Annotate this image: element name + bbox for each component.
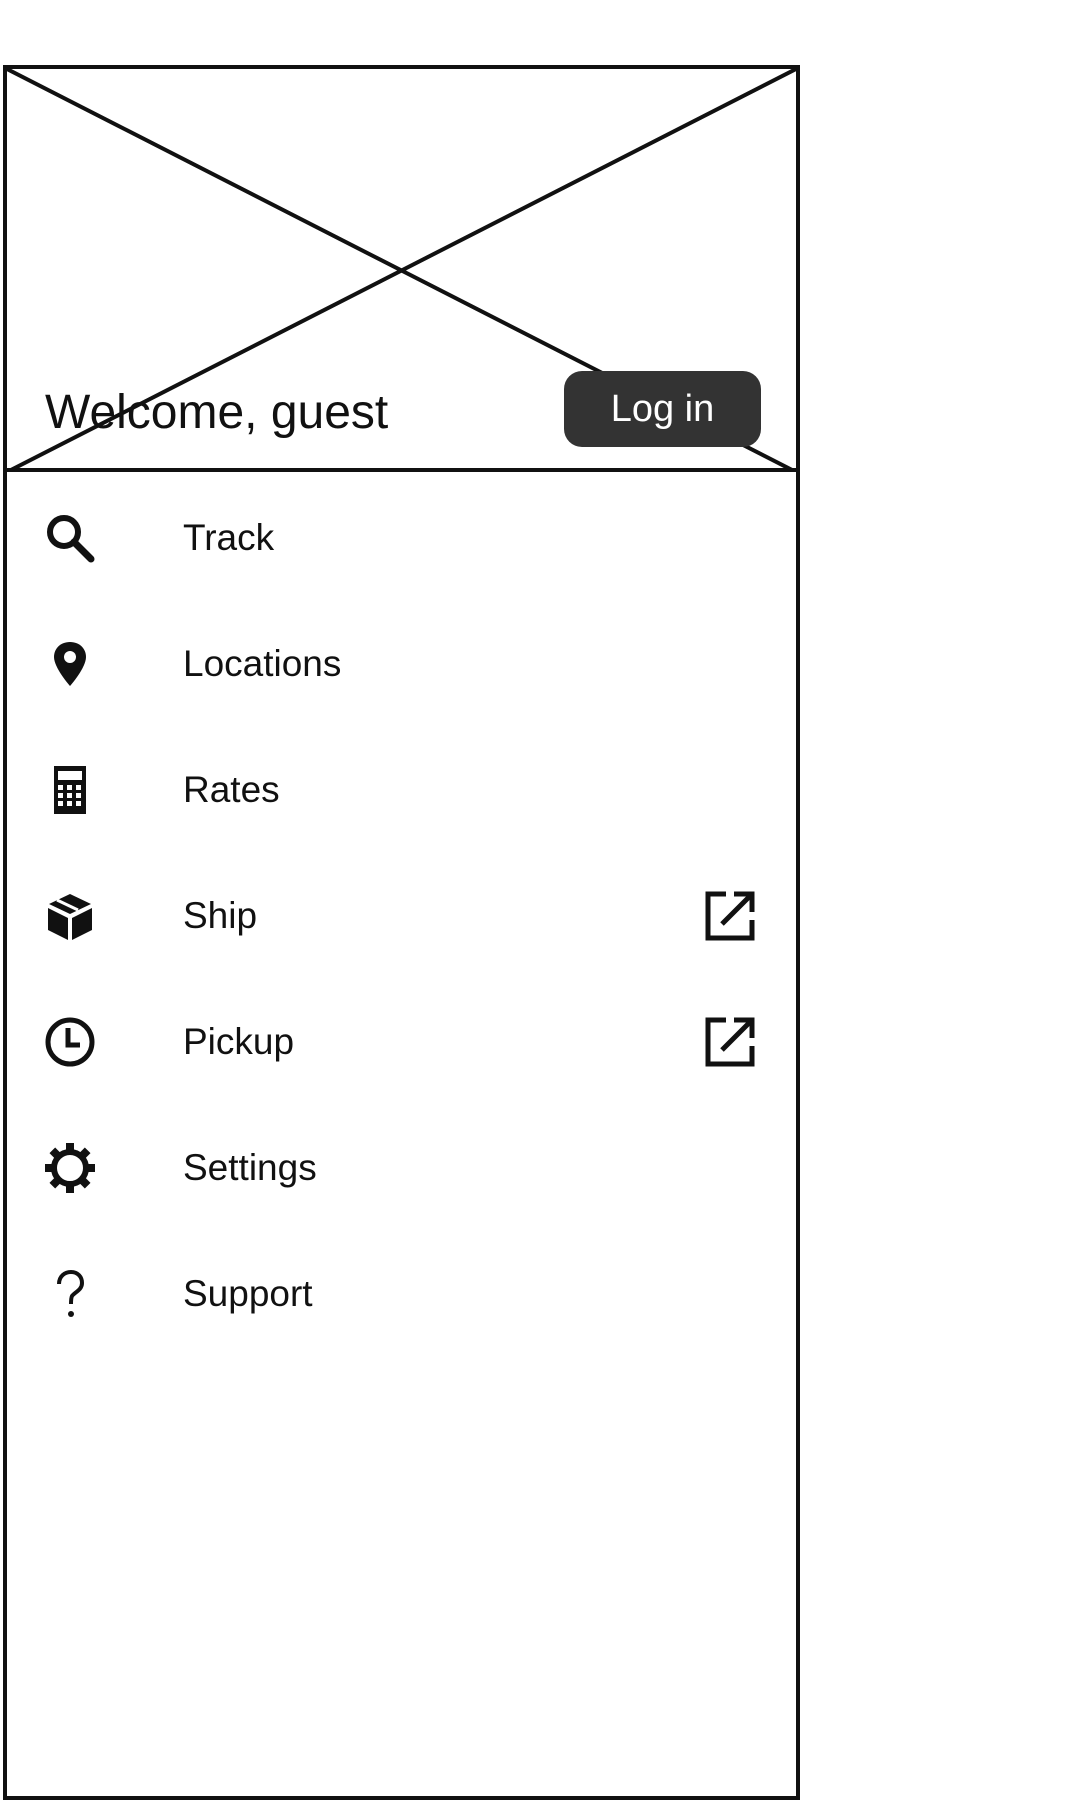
external-link-icon[interactable] (704, 890, 756, 942)
menu-item-settings[interactable]: Settings (7, 1109, 796, 1235)
package-icon (48, 894, 92, 940)
location-pin-icon (54, 642, 86, 686)
login-button[interactable]: Log in (564, 371, 761, 447)
menu-item-label: Support (183, 1273, 313, 1314)
gear-icon (45, 1143, 95, 1193)
drawer-menu: Track Locations Rates Ship Pickup Settin… (7, 479, 796, 1361)
clock-icon (45, 1017, 95, 1067)
menu-item-pickup[interactable]: Pickup (7, 983, 796, 1109)
menu-item-track[interactable]: Track (7, 479, 796, 605)
menu-item-rates[interactable]: Rates (7, 731, 796, 857)
navigation-drawer: Welcome, guest Log in Track Locations Ra… (3, 65, 800, 1800)
calculator-icon (54, 766, 86, 814)
menu-item-locations[interactable]: Locations (7, 605, 796, 731)
menu-item-label: Track (183, 517, 275, 558)
menu-item-label: Pickup (183, 1021, 295, 1062)
menu-item-label: Ship (183, 895, 258, 936)
menu-item-ship[interactable]: Ship (7, 857, 796, 983)
menu-item-support[interactable]: Support (7, 1235, 796, 1361)
welcome-text: Welcome, guest (45, 386, 389, 439)
menu-item-label: Settings (183, 1147, 317, 1188)
drawer-header: Welcome, guest Log in (7, 69, 796, 472)
search-icon (47, 515, 95, 563)
menu-item-label: Rates (183, 769, 280, 810)
help-icon (57, 1269, 85, 1317)
menu-item-label: Locations (183, 643, 342, 684)
external-link-icon[interactable] (704, 1016, 756, 1068)
